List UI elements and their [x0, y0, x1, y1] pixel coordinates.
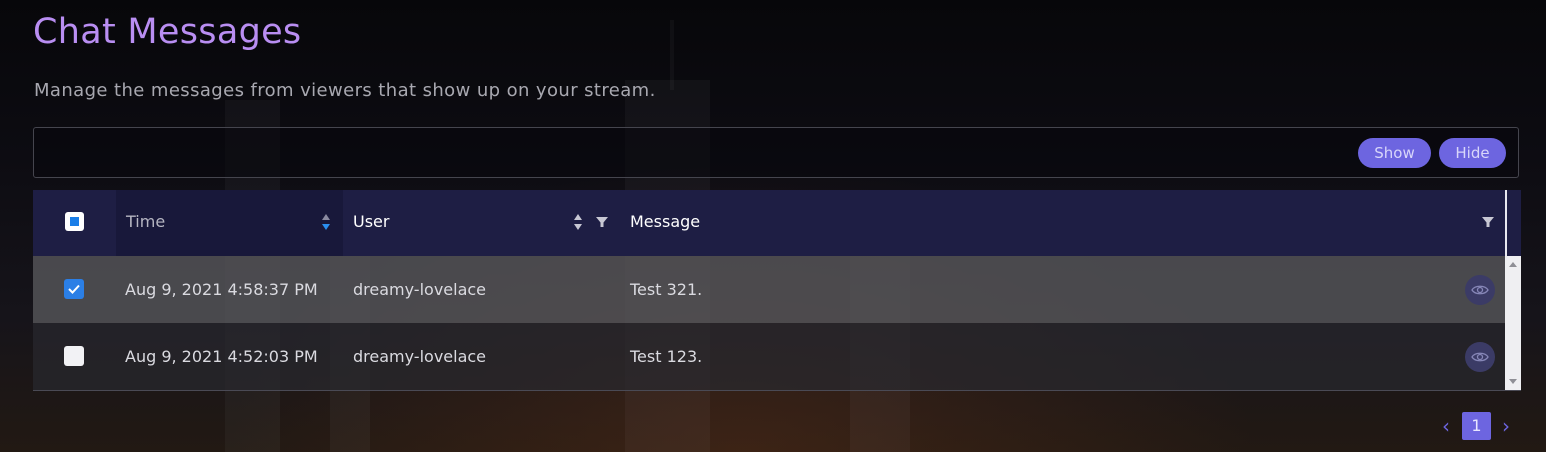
sort-icon[interactable]	[321, 213, 331, 231]
page-number-button[interactable]: 1	[1462, 412, 1491, 440]
eye-icon	[1471, 352, 1489, 362]
eye-icon	[1471, 285, 1489, 295]
messages-table: Time User Message Aug 9, 2021 4:58:37 PM…	[33, 190, 1521, 391]
bulk-actions-toolbar: Show Hide	[33, 127, 1519, 178]
table-header: Time User Message	[33, 190, 1505, 256]
toggle-visibility-button[interactable]	[1465, 342, 1495, 372]
column-header-message[interactable]: Message	[630, 190, 700, 256]
sort-icon[interactable]	[573, 213, 583, 231]
show-button[interactable]: Show	[1358, 138, 1431, 168]
chevron-left-icon[interactable]: ‹	[1438, 412, 1454, 440]
page-subtitle: Manage the messages from viewers that sh…	[34, 80, 656, 101]
select-all-checkbox[interactable]	[65, 212, 84, 231]
cell-time: Aug 9, 2021 4:52:03 PM	[125, 347, 318, 366]
chevron-right-icon[interactable]: ›	[1498, 412, 1514, 440]
cell-user: dreamy-lovelace	[353, 347, 487, 366]
toggle-visibility-button[interactable]	[1465, 275, 1495, 305]
hide-button[interactable]: Hide	[1439, 138, 1506, 168]
cell-time: Aug 9, 2021 4:58:37 PM	[125, 280, 318, 299]
page-title: Chat Messages	[33, 12, 302, 52]
row-checkbox[interactable]	[64, 346, 84, 366]
column-header-user[interactable]: User	[353, 190, 389, 256]
table-row[interactable]: Aug 9, 2021 4:52:03 PM dreamy-lovelace T…	[33, 323, 1505, 390]
checkmark-icon	[68, 284, 80, 294]
row-checkbox[interactable]	[64, 279, 84, 299]
scroll-up-arrow-icon[interactable]	[1509, 262, 1517, 267]
cell-message: Test 321.	[630, 280, 703, 299]
cell-user: dreamy-lovelace	[353, 280, 487, 299]
filter-icon[interactable]	[1481, 215, 1495, 229]
header-scrollbar-gutter	[1505, 190, 1521, 256]
column-header-time[interactable]: Time	[126, 190, 165, 256]
cell-message: Test 123.	[630, 347, 703, 366]
table-scrollbar[interactable]	[1505, 256, 1521, 390]
scroll-down-arrow-icon[interactable]	[1509, 379, 1517, 384]
table-row[interactable]: Aug 9, 2021 4:58:37 PM dreamy-lovelace T…	[33, 256, 1505, 323]
filter-icon[interactable]	[595, 215, 609, 229]
